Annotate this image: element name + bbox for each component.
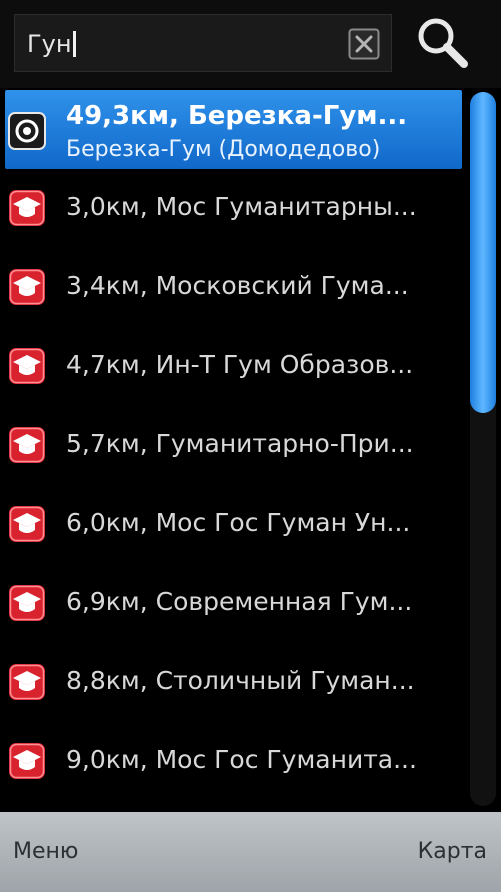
result-title: 4,7км, Ин-Т Гум Образов... <box>66 350 414 379</box>
list-item[interactable]: 3,0км, Мос Гуманитарны... <box>0 169 465 248</box>
graduation-cap-icon <box>9 427 45 463</box>
list-item[interactable]: 4,7км, Ин-Т Гум Образов... <box>0 327 465 406</box>
result-title: 3,4км, Московский Гума... <box>66 271 409 300</box>
result-title: 3,0км, Мос Гуманитарны... <box>66 192 417 221</box>
menu-softkey[interactable]: Меню <box>13 838 78 866</box>
list-item[interactable]: 3,4км, Московский Гума... <box>0 248 465 327</box>
result-title: 5,7км, Гуманитарно-При... <box>66 429 414 458</box>
search-icon[interactable] <box>412 14 472 74</box>
list-item[interactable]: 8,8км, Столичный Гуман... <box>0 643 465 722</box>
list-item[interactable]: 5,7км, Гуманитарно-При... <box>0 406 465 485</box>
graduation-cap-icon <box>9 506 45 542</box>
list-item[interactable]: 6,0км, Мос Гос Гуман Ун... <box>0 485 465 564</box>
result-subtitle: Березка-Гум (Домодедово) <box>66 137 381 162</box>
list-item[interactable]: 6,9км, Современная Гум... <box>0 564 465 643</box>
graduation-cap-icon <box>9 190 45 226</box>
graduation-cap-icon <box>9 585 45 621</box>
results-list: 49,3км, Березка-Гум... Березка-Гум (Домо… <box>0 90 465 801</box>
result-title: 49,3км, Березка-Гум... <box>66 101 408 131</box>
text-caret <box>72 31 76 57</box>
search-query-text: Гун <box>27 30 72 58</box>
softkey-bar: Меню Карта <box>0 812 501 892</box>
result-title: 8,8км, Столичный Гуман... <box>66 666 415 695</box>
result-title: 9,0км, Мос Гос Гуманита... <box>66 745 417 774</box>
target-icon <box>8 112 46 150</box>
result-title: 6,0км, Мос Гос Гуман Ун... <box>66 508 411 537</box>
scrollbar-thumb[interactable] <box>470 92 496 413</box>
clear-icon[interactable] <box>348 28 380 60</box>
graduation-cap-icon <box>9 348 45 384</box>
search-input[interactable]: Гун <box>14 14 392 72</box>
graduation-cap-icon <box>9 743 45 779</box>
search-bar: Гун <box>0 0 501 88</box>
list-item[interactable]: 49,3км, Березка-Гум... Березка-Гум (Домо… <box>5 90 462 169</box>
graduation-cap-icon <box>9 664 45 700</box>
map-softkey[interactable]: Карта <box>418 838 487 866</box>
graduation-cap-icon <box>9 269 45 305</box>
scrollbar[interactable] <box>470 92 496 806</box>
list-item[interactable]: 9,0км, Мос Гос Гуманита... <box>0 722 465 801</box>
result-title: 6,9км, Современная Гум... <box>66 587 413 616</box>
